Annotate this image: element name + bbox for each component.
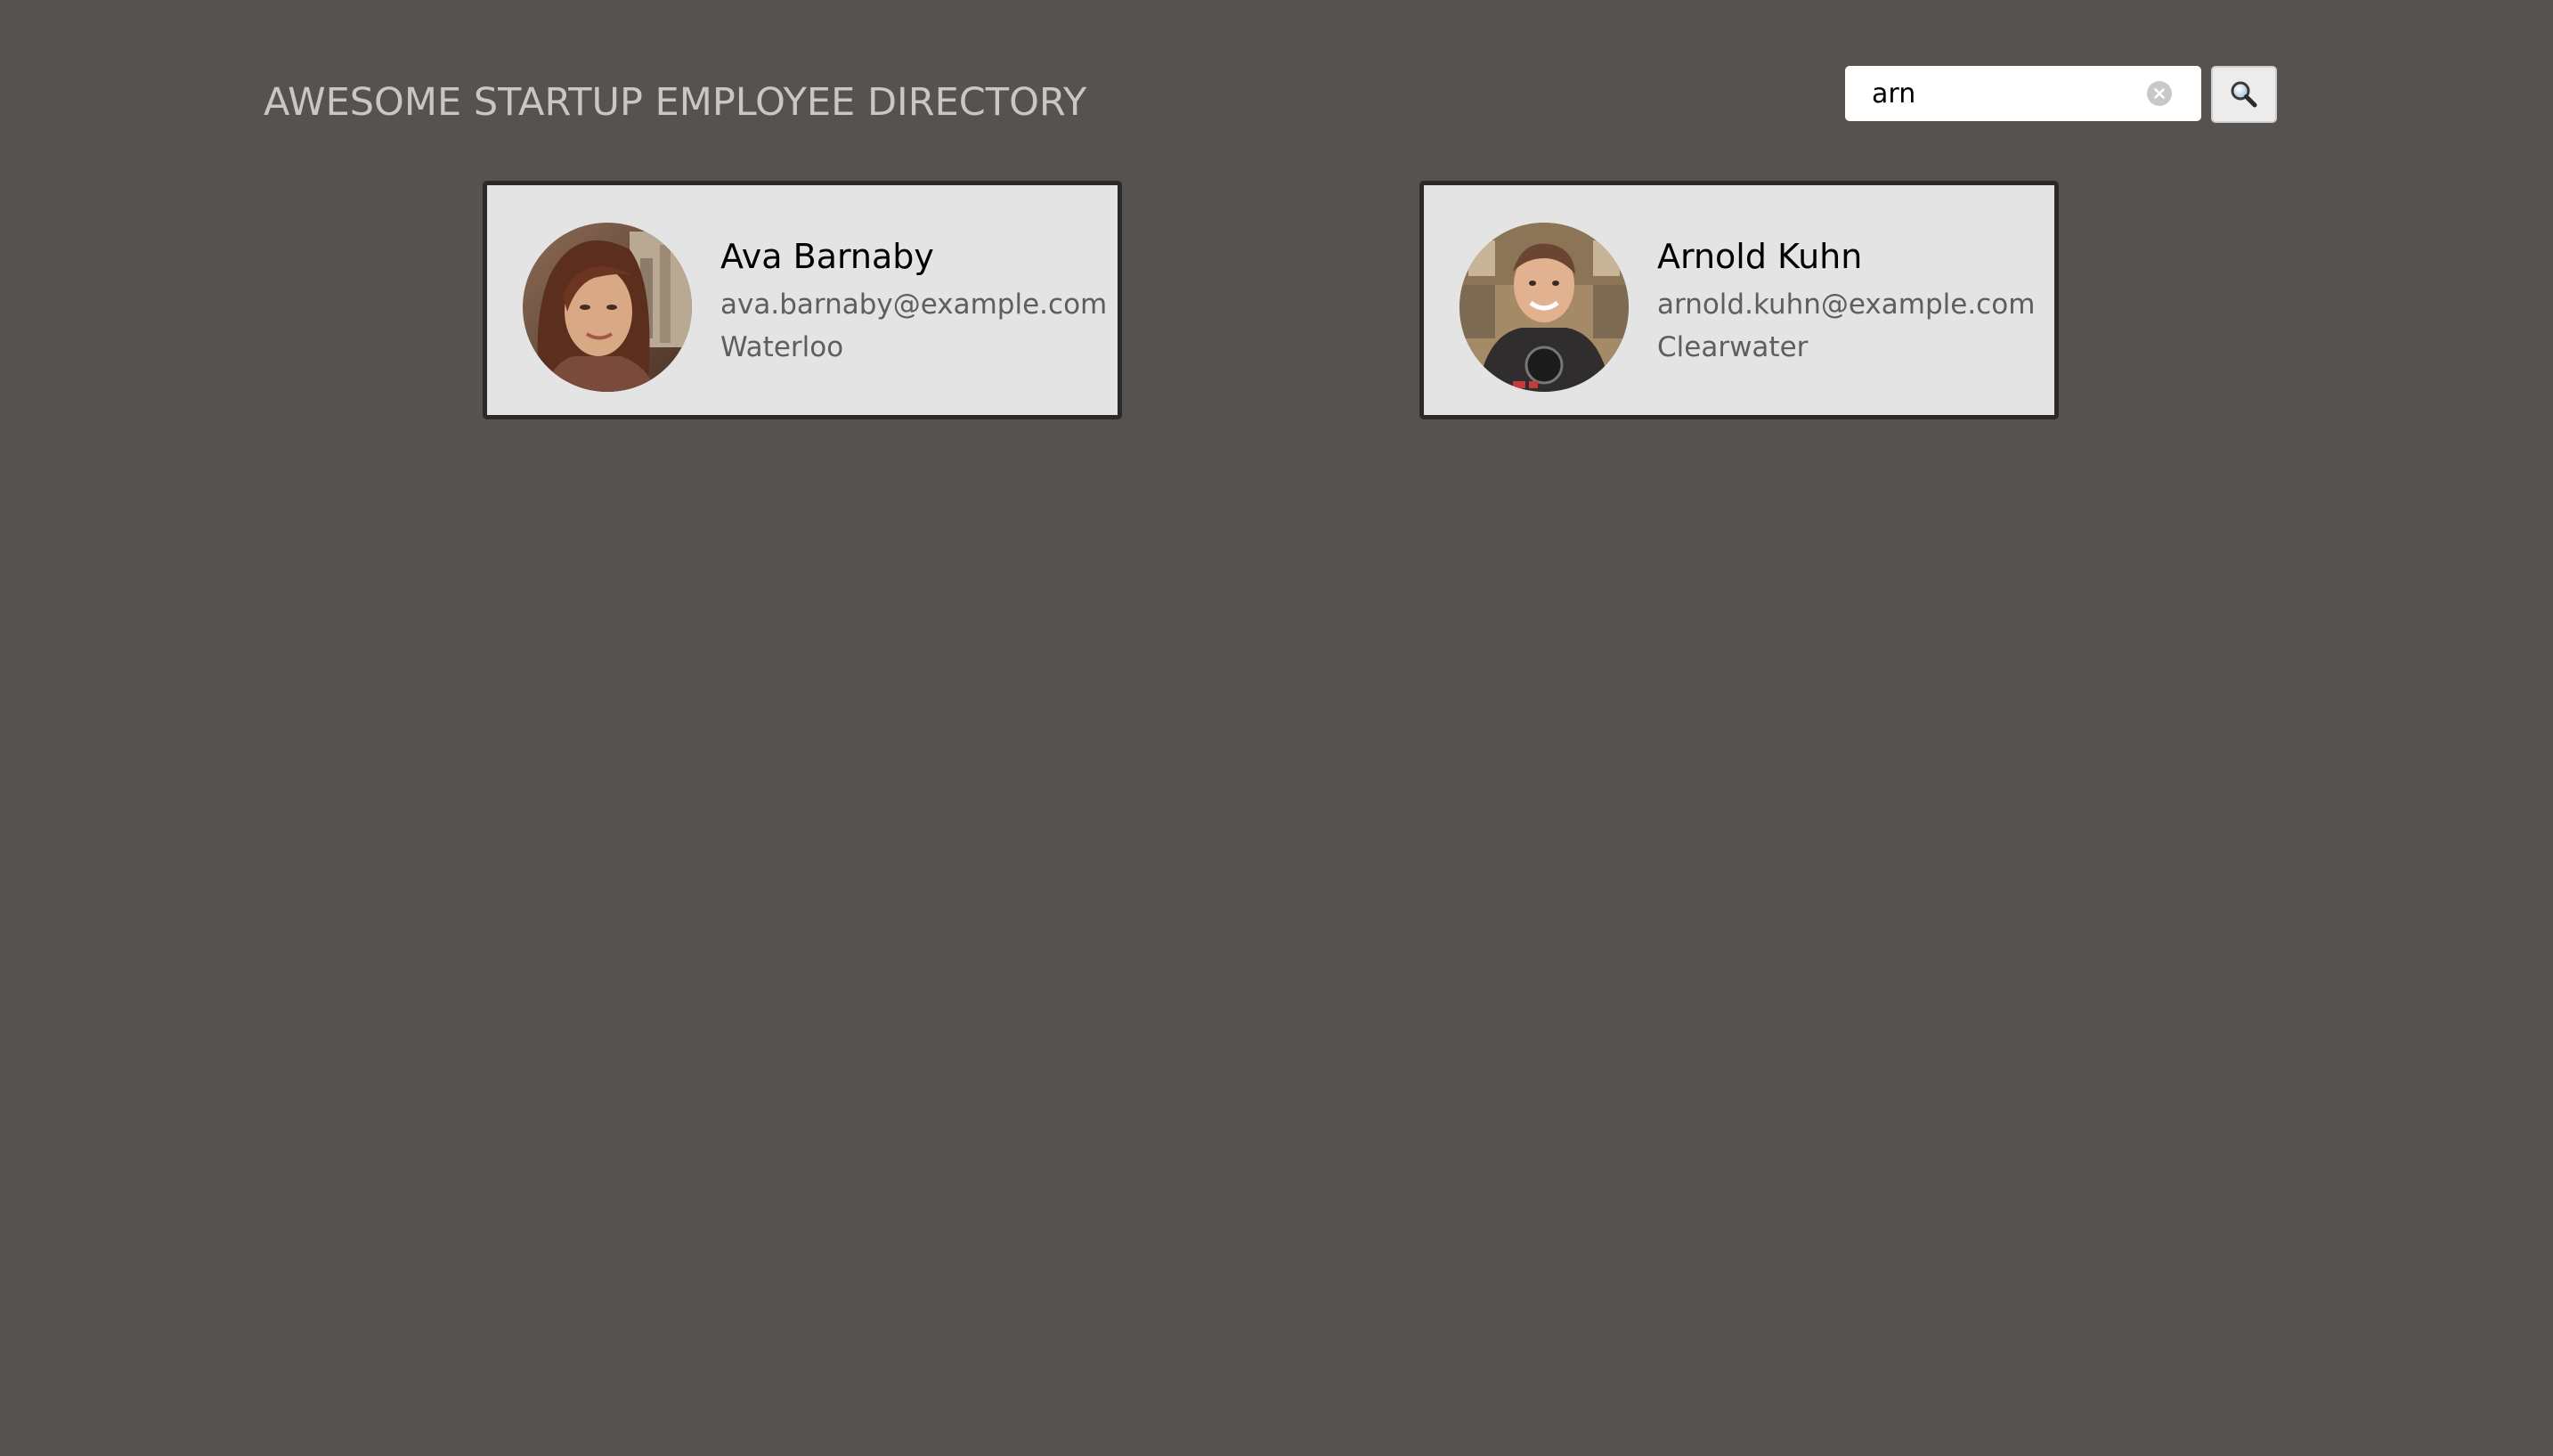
search-box bbox=[1845, 66, 2201, 121]
page-title: AWESOME STARTUP EMPLOYEE DIRECTORY bbox=[264, 80, 1087, 125]
employee-email: ava.barnaby@example.com bbox=[720, 289, 1108, 321]
page: AWESOME STARTUP EMPLOYEE DIRECTORY arn A… bbox=[0, 0, 2553, 1456]
employee-card[interactable]: Ava Barnaby ava.barnaby@example.com Wate… bbox=[483, 181, 1122, 419]
employee-location: Waterloo bbox=[720, 331, 844, 363]
employee-location: Clearwater bbox=[1657, 331, 1809, 363]
magnifier-icon bbox=[2213, 79, 2275, 110]
avatar bbox=[1459, 223, 1629, 392]
employee-info: Arnold Kuhn arnold.kuhn@example.com Clea… bbox=[1657, 235, 2049, 369]
employee-card[interactable]: Arnold Kuhn arnold.kuhn@example.com Clea… bbox=[1419, 181, 2059, 419]
employee-info: Ava Barnaby ava.barnaby@example.com Wate… bbox=[720, 235, 1112, 369]
clear-icon[interactable] bbox=[2147, 81, 2172, 106]
employee-name: Arnold Kuhn bbox=[1657, 237, 1863, 276]
search-input[interactable] bbox=[1872, 75, 2139, 112]
avatar bbox=[523, 223, 692, 392]
employee-name: Ava Barnaby bbox=[720, 237, 934, 276]
employee-email: arnold.kuhn@example.com bbox=[1657, 289, 2036, 321]
search-button[interactable] bbox=[2211, 66, 2277, 123]
